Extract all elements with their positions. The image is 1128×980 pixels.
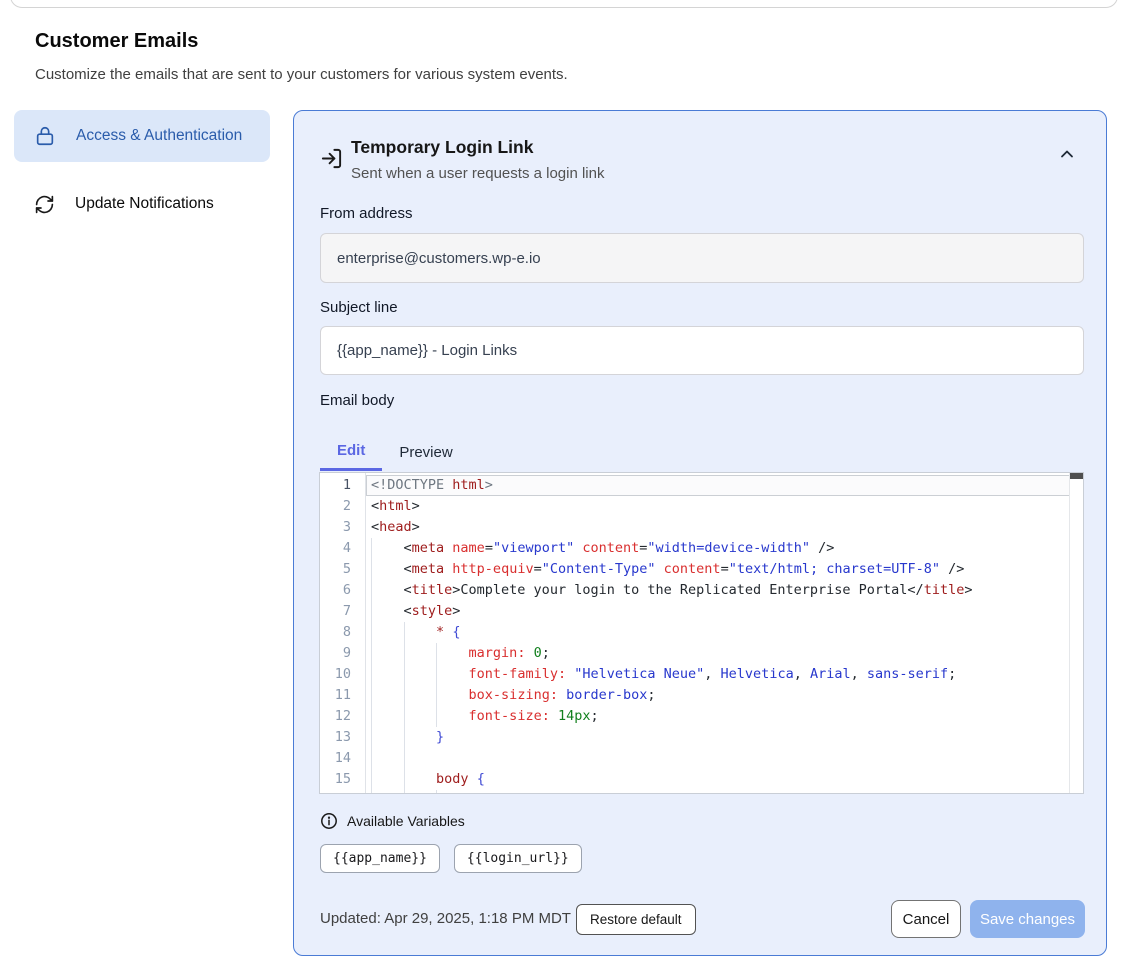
variable-chip-app-name[interactable]: {{app_name}} xyxy=(320,844,440,873)
line-number: 9 xyxy=(320,643,365,664)
variable-chips: {{app_name}} {{login_url}} xyxy=(320,844,582,873)
line-number: 3 xyxy=(320,517,365,538)
indent-guide xyxy=(371,643,372,664)
previous-card-edge xyxy=(10,0,1118,8)
code-line[interactable]: } xyxy=(366,727,1070,748)
line-number: 16 xyxy=(320,790,365,794)
line-number: 14 xyxy=(320,748,365,769)
indent-guide xyxy=(404,769,405,790)
indent-guide xyxy=(371,580,372,601)
line-number: 13 xyxy=(320,727,365,748)
indent-guide xyxy=(371,622,372,643)
line-number: 8 xyxy=(320,622,365,643)
code-line[interactable]: <style> xyxy=(366,601,1070,622)
sidebar-item-access-authentication[interactable]: Access & Authentication xyxy=(14,110,270,162)
code-line[interactable]: box-sizing: border-box; xyxy=(366,685,1070,706)
indent-guide xyxy=(404,706,405,727)
available-variables-row: Available Variables xyxy=(320,812,465,830)
tab-edit[interactable]: Edit xyxy=(320,433,382,471)
line-number: 7 xyxy=(320,601,365,622)
indent-guide xyxy=(404,685,405,706)
line-number: 6 xyxy=(320,580,365,601)
indent-guide xyxy=(404,664,405,685)
save-changes-button[interactable]: Save changes xyxy=(970,900,1085,938)
tab-preview[interactable]: Preview xyxy=(382,433,469,471)
chevron-up-icon xyxy=(1058,145,1076,163)
collapse-button[interactable] xyxy=(1054,143,1080,167)
indent-guide xyxy=(371,769,372,790)
code-line[interactable] xyxy=(366,748,1070,769)
code-editor[interactable]: 12345678910111213141516 <!DOCTYPE html><… xyxy=(319,472,1084,794)
indent-guide xyxy=(371,685,372,706)
cancel-button[interactable]: Cancel xyxy=(891,900,961,938)
indent-guide xyxy=(371,664,372,685)
from-address-input[interactable] xyxy=(320,233,1084,283)
subject-line-label: Subject line xyxy=(320,299,398,316)
code-line[interactable]: * { xyxy=(366,622,1070,643)
updated-timestamp: Updated: Apr 29, 2025, 1:18 PM MDT xyxy=(320,900,571,938)
indent-guide xyxy=(371,706,372,727)
code-line[interactable]: font-size: 14px; xyxy=(366,706,1070,727)
indent-guide xyxy=(371,559,372,580)
line-number: 15 xyxy=(320,769,365,790)
sidebar-item-update-notifications[interactable]: Update Notifications xyxy=(14,182,270,226)
code-line[interactable]: <head> xyxy=(366,517,1070,538)
refresh-icon xyxy=(34,194,55,215)
indent-guide xyxy=(404,748,405,769)
available-variables-label: Available Variables xyxy=(347,813,465,829)
code-line[interactable]: <html> xyxy=(366,496,1070,517)
email-body-tabs: Edit Preview xyxy=(320,433,470,471)
sidebar-item-label: Access & Authentication xyxy=(76,124,242,148)
page-root: Customer Emails Customize the emails tha… xyxy=(0,0,1128,980)
indent-guide xyxy=(371,727,372,748)
line-number: 1 xyxy=(320,475,365,496)
code-line[interactable]: margin: 0; xyxy=(366,643,1070,664)
line-number: 10 xyxy=(320,664,365,685)
code-line[interactable]: font-family: "Helvetica Neue", Helvetica… xyxy=(366,664,1070,685)
editor-scrollbar[interactable] xyxy=(1069,473,1083,793)
sidebar-item-label: Update Notifications xyxy=(75,192,214,216)
email-settings-panel: Temporary Login Link Sent when a user re… xyxy=(293,110,1107,956)
code-line[interactable]: <meta http-equiv="Content-Type" content=… xyxy=(366,559,1070,580)
editor-scrollbar-thumb[interactable] xyxy=(1070,473,1083,479)
line-number: 2 xyxy=(320,496,365,517)
code-gutter: 12345678910111213141516 xyxy=(320,473,366,793)
indent-guide xyxy=(436,664,437,685)
indent-guide xyxy=(371,601,372,622)
restore-default-button[interactable]: Restore default xyxy=(576,904,696,935)
line-number: 12 xyxy=(320,706,365,727)
login-icon xyxy=(320,147,343,170)
indent-guide xyxy=(404,727,405,748)
subject-line-input[interactable] xyxy=(320,326,1084,375)
code-line[interactable]: <meta name="viewport" content="width=dev… xyxy=(366,538,1070,559)
code-lines[interactable]: <!DOCTYPE html><html><head> <meta name="… xyxy=(366,473,1070,793)
indent-guide xyxy=(404,622,405,643)
indent-guide xyxy=(436,790,437,793)
code-line[interactable]: <title>Complete your login to the Replic… xyxy=(366,580,1070,601)
lock-icon xyxy=(34,125,56,147)
variable-chip-login-url[interactable]: {{login_url}} xyxy=(454,844,582,873)
email-body-label: Email body xyxy=(320,392,394,409)
indent-guide xyxy=(436,643,437,664)
sidebar: Access & Authentication Update Notificat… xyxy=(14,110,270,226)
indent-guide xyxy=(371,538,372,559)
indent-guide xyxy=(436,685,437,706)
panel-subtitle: Sent when a user requests a login link xyxy=(351,165,604,182)
indent-guide xyxy=(371,790,372,793)
code-line[interactable]: <!DOCTYPE html> xyxy=(366,475,1070,496)
line-number: 5 xyxy=(320,559,365,580)
info-icon xyxy=(320,812,338,830)
indent-guide xyxy=(404,790,405,793)
page-title: Customer Emails xyxy=(35,30,198,53)
code-line[interactable]: background-color: #f6f6f6; xyxy=(366,790,1070,793)
indent-guide xyxy=(404,643,405,664)
from-address-label: From address xyxy=(320,205,413,222)
page-description: Customize the emails that are sent to yo… xyxy=(35,66,568,83)
line-number: 11 xyxy=(320,685,365,706)
code-line[interactable]: body { xyxy=(366,769,1070,790)
indent-guide xyxy=(436,706,437,727)
indent-guide xyxy=(371,748,372,769)
panel-title: Temporary Login Link xyxy=(351,137,533,158)
line-number: 4 xyxy=(320,538,365,559)
